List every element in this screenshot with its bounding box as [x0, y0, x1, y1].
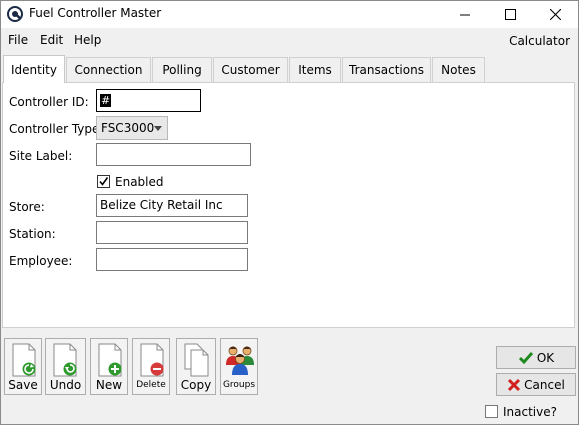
cancel-x-icon: [508, 378, 521, 391]
tab-connection[interactable]: Connection: [66, 57, 151, 82]
station-field[interactable]: [96, 221, 248, 244]
delete-button[interactable]: Delete: [132, 338, 170, 395]
app-logo-icon: [7, 6, 23, 22]
inactive-checkbox[interactable]: [485, 405, 498, 418]
checkmark-icon: [99, 177, 109, 186]
enabled-label: Enabled: [115, 175, 164, 189]
menu-file[interactable]: File: [8, 33, 28, 47]
station-label: Station:: [9, 227, 56, 241]
groups-people-icon: [225, 343, 255, 380]
title-bar: Fuel Controller Master: [1, 1, 578, 28]
menu-bar: File Edit Help Calculator: [1, 29, 578, 51]
tab-items[interactable]: Items: [289, 57, 341, 82]
tab-polling[interactable]: Polling: [152, 57, 212, 82]
minimize-button[interactable]: [442, 1, 488, 28]
calculator-link[interactable]: Calculator: [509, 34, 570, 48]
save-label: Save: [8, 378, 38, 392]
controller-type-value: FSC3000: [101, 121, 155, 135]
controller-id-field[interactable]: #: [96, 89, 201, 112]
employee-label: Employee:: [9, 254, 73, 268]
undo-button[interactable]: Undo: [45, 338, 86, 395]
window-title: Fuel Controller Master: [29, 6, 162, 20]
chevron-down-icon: [154, 126, 162, 131]
menu-edit[interactable]: Edit: [40, 33, 63, 47]
add-document-icon: [97, 343, 123, 380]
tab-customer[interactable]: Customer: [213, 57, 288, 82]
groups-button[interactable]: Groups: [220, 338, 258, 395]
new-label: New: [95, 378, 123, 392]
copy-button[interactable]: Copy: [176, 338, 216, 395]
groups-label: Groups: [222, 380, 256, 390]
tab-transactions[interactable]: Transactions: [342, 57, 431, 82]
save-button[interactable]: Save: [4, 338, 42, 395]
store-label: Store:: [9, 200, 45, 214]
copy-label: Copy: [180, 378, 212, 392]
new-button[interactable]: New: [90, 338, 128, 395]
controller-id-label: Controller ID:: [9, 95, 89, 109]
copy-icon: [183, 343, 211, 380]
delete-document-icon: [139, 343, 165, 380]
controller-id-value: #: [100, 94, 112, 107]
controller-type-label: Controller Type:: [9, 122, 104, 136]
cancel-label: Cancel: [524, 377, 565, 392]
ok-label: OK: [536, 350, 555, 365]
tab-identity[interactable]: Identity: [3, 55, 65, 83]
inactive-label: Inactive?: [503, 405, 557, 419]
undo-label: Undo: [49, 378, 82, 392]
app-window: Fuel Controller Master File Edit Help Ca…: [0, 0, 579, 425]
identity-panel: Controller ID: # Controller Type: FSC300…: [2, 82, 575, 328]
ok-check-icon: [518, 351, 533, 364]
save-icon: [11, 343, 37, 380]
maximize-button[interactable]: [487, 1, 533, 28]
menu-help[interactable]: Help: [74, 33, 101, 47]
cancel-button[interactable]: Cancel: [496, 373, 576, 396]
maximize-icon: [504, 9, 516, 20]
tab-notes[interactable]: Notes: [432, 57, 485, 82]
undo-icon: [52, 343, 78, 380]
close-icon: [549, 9, 561, 20]
employee-field[interactable]: [96, 248, 248, 271]
enabled-checkbox[interactable]: [97, 175, 110, 188]
minimize-icon: [460, 14, 470, 15]
site-label-field[interactable]: [96, 143, 251, 166]
close-button[interactable]: [532, 1, 578, 28]
ok-button[interactable]: OK: [496, 346, 576, 369]
store-field[interactable]: Belize City Retail Inc: [96, 194, 248, 217]
delete-label: Delete: [136, 380, 166, 390]
controller-type-select[interactable]: FSC3000: [96, 116, 168, 140]
site-label-label: Site Label:: [9, 149, 73, 163]
